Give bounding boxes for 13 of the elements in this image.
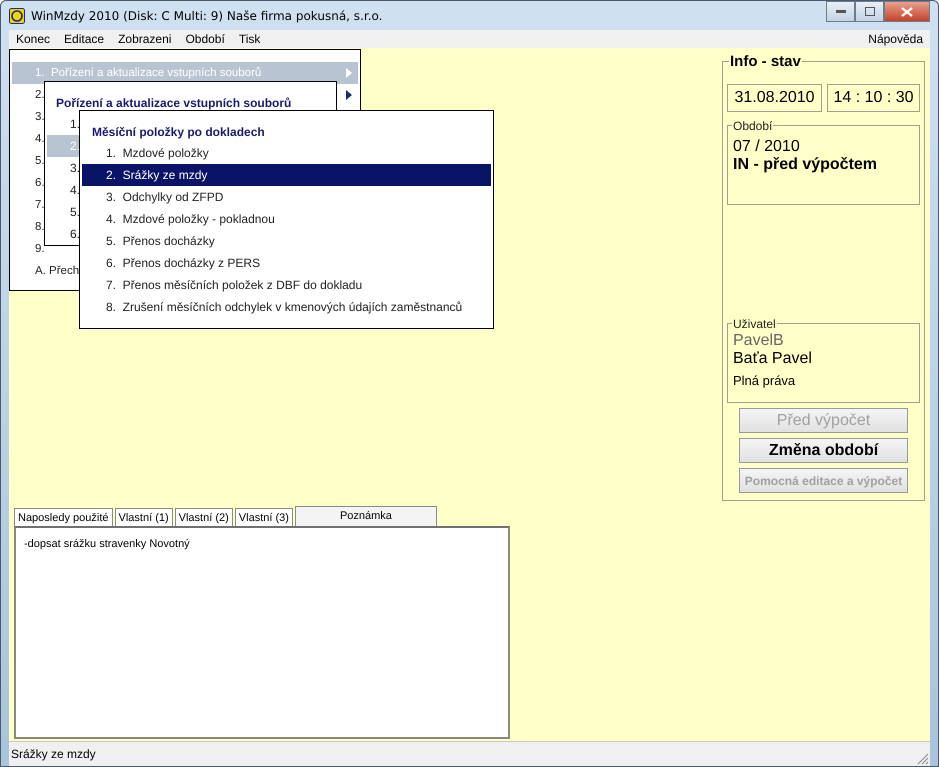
window-title: WinMzdy 2010 (Disk: C Multi: 9) Naše firma pokusná, s.r.o. bbox=[31, 8, 384, 22]
user-login: PavelB bbox=[733, 332, 784, 349]
status-text: Srážky ze mzdy bbox=[11, 747, 96, 761]
group-label: Období bbox=[732, 119, 774, 133]
date-display: 31.08.2010 bbox=[727, 84, 822, 112]
period-value: 07 / 2010 bbox=[733, 138, 800, 155]
menu-heading: Měsíční položky po dokladech bbox=[92, 124, 265, 138]
group-label: Uživatel bbox=[732, 317, 777, 331]
user-name: Baťa Pavel bbox=[733, 350, 812, 367]
menu-heading: Pořízení a aktualizace vstupních souborů bbox=[56, 96, 292, 110]
user-rights: Plná práva bbox=[733, 373, 796, 388]
time-display: 14 : 10 : 30 bbox=[826, 84, 920, 112]
period-state: IN - před výpočtem bbox=[733, 156, 878, 173]
